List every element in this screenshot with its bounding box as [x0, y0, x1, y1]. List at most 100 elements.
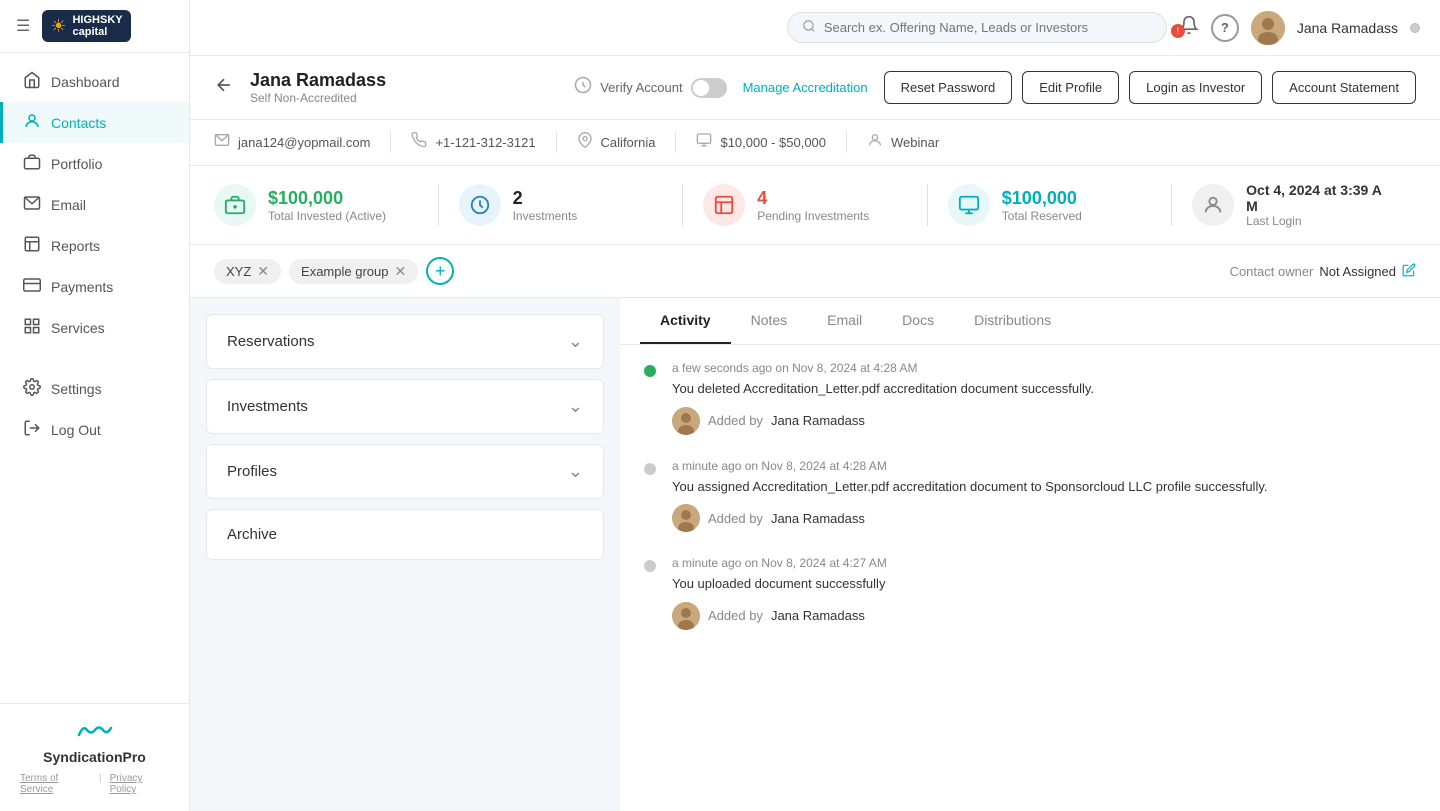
total-invested-icon — [214, 184, 256, 226]
activity-user-2: Added by Jana Ramadass — [672, 504, 1416, 532]
avatar — [1251, 11, 1285, 45]
info-investment-range: $10,000 - $50,000 — [676, 132, 847, 153]
reset-password-button[interactable]: Reset Password — [884, 71, 1013, 104]
activity-item-2: a minute ago on Nov 8, 2024 at 4:28 AM Y… — [644, 459, 1416, 533]
tag-example-group: Example group ✕ — [289, 259, 418, 284]
activity-dot-2 — [644, 463, 656, 475]
terms-link[interactable]: Terms of Service — [20, 773, 91, 795]
sidebar-item-settings[interactable]: Settings — [0, 368, 189, 409]
logo: ☀ HIGHSKY capital — [42, 10, 130, 42]
activity-content-2: a minute ago on Nov 8, 2024 at 4:28 AM Y… — [672, 459, 1416, 533]
help-icon[interactable]: ? — [1211, 14, 1239, 42]
tag-add-button[interactable]: + — [426, 257, 454, 285]
accordion-archive-header[interactable]: Archive — [207, 510, 603, 559]
contact-owner-edit-icon[interactable] — [1402, 263, 1416, 280]
stat-total-invested-text: $100,000 Total Invested (Active) — [268, 188, 386, 223]
info-location: California — [557, 132, 677, 153]
activity-item-3: a minute ago on Nov 8, 2024 at 4:27 AM Y… — [644, 556, 1416, 630]
hamburger-icon[interactable]: ☰ — [12, 12, 34, 40]
activity-user-name-2: Jana Ramadass — [771, 511, 865, 526]
accordion-reservations-header[interactable]: Reservations ⌄ — [207, 315, 603, 368]
stat-pending: 4 Pending Investments — [683, 184, 928, 226]
activity-time-2: a minute ago on Nov 8, 2024 at 4:28 AM — [672, 459, 1416, 473]
sidebar-label-services: Services — [51, 320, 105, 336]
activity-user-1: Added by Jana Ramadass — [672, 407, 1416, 435]
sections-layout: Reservations ⌄ Investments ⌄ Profiles — [190, 298, 1440, 811]
right-panel: Activity Notes Email Docs Distributions … — [620, 298, 1440, 811]
sidebar-label-reports: Reports — [51, 238, 100, 254]
sidebar-item-contacts[interactable]: Contacts — [0, 102, 189, 143]
search-input[interactable] — [824, 20, 1152, 35]
search-bar[interactable] — [787, 12, 1167, 43]
activity-dot-3 — [644, 560, 656, 572]
stat-investments: 2 Investments — [439, 184, 684, 226]
user-name: Jana Ramadass — [1297, 20, 1398, 36]
tag-xyz: XYZ ✕ — [214, 259, 281, 284]
investment-range-icon — [696, 132, 712, 153]
activity-list: a few seconds ago on Nov 8, 2024 at 4:28… — [620, 345, 1440, 670]
portfolio-icon — [23, 153, 41, 174]
last-login-value: Oct 4, 2024 at 3:39 A M — [1246, 182, 1396, 214]
tab-activity[interactable]: Activity — [640, 298, 731, 344]
back-button[interactable] — [214, 75, 234, 100]
settings-icon — [23, 378, 41, 399]
sidebar-label-dashboard: Dashboard — [51, 74, 120, 90]
sidebar-item-payments[interactable]: Payments — [0, 266, 189, 307]
sidebar-item-services[interactable]: Services — [0, 307, 189, 348]
accordion-profiles-header[interactable]: Profiles ⌄ — [207, 445, 603, 498]
account-statement-button[interactable]: Account Statement — [1272, 71, 1416, 104]
sidebar-item-portfolio[interactable]: Portfolio — [0, 143, 189, 184]
sidebar-label-email: Email — [51, 197, 86, 213]
reserved-value: $100,000 — [1002, 188, 1082, 209]
login-as-investor-button[interactable]: Login as Investor — [1129, 71, 1262, 104]
page-content: Jana Ramadass Self Non-Accredited Verify… — [190, 56, 1440, 811]
tab-docs[interactable]: Docs — [882, 298, 954, 344]
accordion-investments-header[interactable]: Investments ⌄ — [207, 380, 603, 433]
logo-icon: ☀ — [50, 16, 66, 37]
sidebar-label-logout: Log Out — [51, 422, 101, 438]
investments-value: 2 — [513, 188, 578, 209]
main-content: ! ? Jana Ramadass Jana Ramadass Self Non… — [190, 0, 1440, 811]
stats-bar: $100,000 Total Invested (Active) 2 Inves… — [190, 166, 1440, 245]
logo-text-block: HIGHSKY capital — [72, 14, 122, 38]
tab-distributions[interactable]: Distributions — [954, 298, 1071, 344]
activity-content-3: a minute ago on Nov 8, 2024 at 4:27 AM Y… — [672, 556, 1416, 630]
reserved-label: Total Reserved — [1002, 209, 1082, 223]
pending-icon — [703, 184, 745, 226]
activity-user-label-2: Added by — [708, 511, 763, 526]
syndicationpro-logo: SyndicationPro — [20, 720, 169, 765]
reports-icon — [23, 235, 41, 256]
accordion-archive-label: Archive — [227, 526, 277, 543]
syndi-brand-text: SyndicationPro — [43, 749, 146, 765]
info-location-value: California — [601, 135, 656, 150]
contacts-icon — [23, 112, 41, 133]
pending-value: 4 — [757, 188, 869, 209]
activity-user-label-1: Added by — [708, 413, 763, 428]
accordion-reservations: Reservations ⌄ — [206, 314, 604, 369]
sidebar-item-dashboard[interactable]: Dashboard — [0, 61, 189, 102]
activity-text-3: You uploaded document successfully — [672, 574, 1416, 594]
last-login-icon — [1192, 184, 1234, 226]
tag-xyz-remove[interactable]: ✕ — [257, 263, 269, 280]
payments-icon — [23, 276, 41, 297]
sidebar-item-reports[interactable]: Reports — [0, 225, 189, 266]
footer-links: Terms of Service | Privacy Policy — [20, 773, 169, 795]
profile-type: Self Non-Accredited — [250, 91, 558, 105]
header-buttons: Reset Password Edit Profile Login as Inv… — [884, 71, 1416, 104]
source-icon — [867, 132, 883, 153]
notification-icon[interactable]: ! — [1179, 15, 1199, 40]
verify-toggle[interactable] — [691, 78, 727, 98]
edit-profile-button[interactable]: Edit Profile — [1022, 71, 1119, 104]
tag-xyz-label: XYZ — [226, 264, 251, 279]
manage-accreditation-link[interactable]: Manage Accreditation — [743, 80, 868, 95]
tab-email[interactable]: Email — [807, 298, 882, 344]
tag-example-group-remove[interactable]: ✕ — [394, 263, 406, 280]
stat-total-invested: $100,000 Total Invested (Active) — [214, 184, 439, 226]
sidebar-item-logout[interactable]: Log Out — [0, 409, 189, 450]
privacy-link[interactable]: Privacy Policy — [110, 773, 169, 795]
stat-pending-text: 4 Pending Investments — [757, 188, 869, 223]
sidebar-header: ☰ ☀ HIGHSKY capital — [0, 0, 189, 53]
activity-avatar-3 — [672, 602, 700, 630]
sidebar-item-email[interactable]: Email — [0, 184, 189, 225]
tab-notes[interactable]: Notes — [731, 298, 808, 344]
